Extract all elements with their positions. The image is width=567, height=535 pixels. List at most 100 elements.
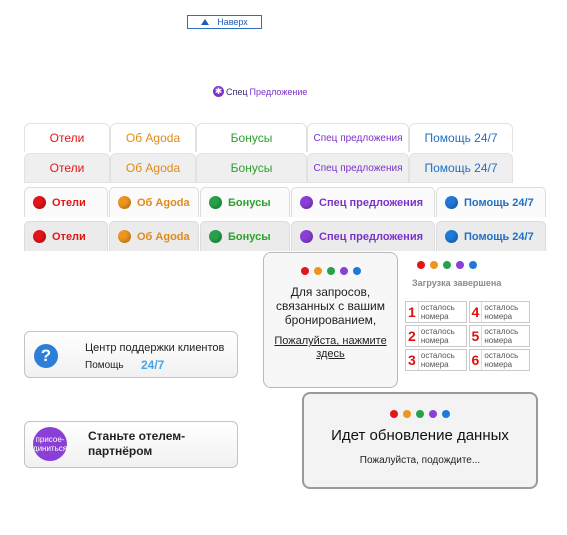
blue-dot-icon	[352, 267, 361, 275]
tab-help[interactable]: Помощь 24/7	[436, 187, 546, 217]
tab-bar-dots-inactive: Отели Об Agoda Бонусы Спец предложения П…	[24, 221, 547, 251]
arrow-up-icon	[201, 19, 210, 25]
tab-about[interactable]: Об Agoda	[109, 187, 199, 217]
tab-help-label: Помощь 24/7	[464, 230, 534, 243]
red-dot-icon	[417, 261, 425, 269]
orange-dot-icon	[430, 261, 438, 269]
tab-bonuses[interactable]: Бонусы	[196, 153, 307, 182]
red-dot-icon	[33, 230, 46, 243]
rooms-left-label: осталось номера	[484, 327, 519, 345]
support-help-label: Помощь	[85, 360, 124, 371]
purple-dot-icon	[300, 196, 313, 209]
join-icon: присое-диниться	[33, 427, 67, 461]
updating-data-dialog: Идет обновление данных Пожалуйста, подож…	[302, 392, 538, 489]
rooms-left-number: 1	[406, 302, 419, 322]
tab-special[interactable]: Спец предложения	[291, 221, 435, 251]
tab-hotels-label: Отели	[52, 196, 86, 209]
tab-about[interactable]: Об Agoda	[110, 123, 196, 152]
customer-support-button[interactable]: ? Центр поддержки клиентов Помощь 24/7	[24, 331, 238, 378]
tab-bonuses-label: Бонусы	[228, 230, 271, 243]
become-partner-button[interactable]: присое-диниться Станьте отелем-партнёром	[24, 421, 238, 468]
green-dot-icon	[416, 410, 424, 418]
rooms-left-number: 4	[470, 302, 483, 322]
tab-hotels[interactable]: Отели	[24, 153, 110, 182]
red-dot-icon	[33, 196, 46, 209]
tab-bonuses[interactable]: Бонусы	[196, 123, 307, 152]
loading-dots	[417, 261, 477, 269]
rooms-left-label: осталось номера	[420, 303, 455, 321]
rooms-left-label: осталось номера	[484, 303, 519, 321]
loading-complete-text: Загрузка завершена	[412, 278, 502, 288]
tab-hotels[interactable]: Отели	[24, 221, 108, 251]
loader-dots	[264, 267, 397, 275]
star-icon: ✱	[213, 86, 224, 97]
updating-subtitle: Пожалуйста, подождите...	[359, 455, 481, 466]
tab-about-label: Об Agoda	[137, 196, 190, 209]
rooms-left-label: осталось номера	[420, 327, 455, 345]
green-dot-icon	[326, 267, 335, 275]
tab-help-label: Помощь 24/7	[464, 196, 534, 209]
tab-special[interactable]: Спец предложения	[291, 187, 435, 217]
rooms-left-label: осталось номера	[420, 351, 455, 369]
tab-bar-plain-inactive: Отели Об Agoda Бонусы Спец предложения П…	[24, 153, 513, 183]
special-offer-logo: ✱ Спец Предложение	[213, 86, 307, 97]
tab-about-label: Об Agoda	[137, 230, 190, 243]
become-partner-text: Станьте отелем-партнёром	[88, 429, 186, 458]
tab-about[interactable]: Об Agoda	[110, 153, 196, 182]
orange-dot-icon	[118, 196, 131, 209]
tab-help[interactable]: Помощь 24/7	[436, 221, 546, 251]
rooms-left-grid: 1 осталось номера 4 осталось номера 2 ос…	[405, 301, 530, 371]
tab-bar-dots-active: Отели Об Agoda Бонусы Спец предложения П…	[24, 187, 547, 217]
blue-dot-icon	[445, 230, 458, 243]
back-to-top-button[interactable]: Наверх	[187, 15, 262, 29]
tab-about[interactable]: Об Agoda	[109, 221, 199, 251]
rooms-left-badge: 6 осталось номера	[468, 349, 530, 371]
rooms-left-number: 3	[406, 350, 419, 370]
rooms-left-badge: 1 осталось номера	[405, 301, 467, 323]
rooms-left-number: 2	[406, 326, 419, 346]
orange-dot-icon	[403, 410, 411, 418]
blue-dot-icon	[442, 410, 450, 418]
tab-bar-plain-active: Отели Об Agoda Бонусы Спец предложения П…	[24, 123, 513, 152]
tab-help[interactable]: Помощь 24/7	[409, 123, 513, 152]
green-dot-icon	[443, 261, 451, 269]
tab-help[interactable]: Помощь 24/7	[409, 153, 513, 182]
blue-dot-icon	[445, 196, 458, 209]
tab-bonuses[interactable]: Бонусы	[200, 221, 290, 251]
tab-bonuses-label: Бонусы	[228, 196, 271, 209]
tab-special-label: Спец предложения	[319, 230, 424, 243]
red-dot-icon	[390, 410, 398, 418]
support-title: Центр поддержки клиентов	[85, 342, 225, 354]
tab-hotels[interactable]: Отели	[24, 187, 108, 217]
booking-request-link[interactable]: Пожалуйста, нажмите здесь	[264, 335, 397, 361]
question-icon: ?	[34, 344, 58, 368]
updating-title: Идет обновление данных	[331, 427, 509, 444]
support-hours: 24/7	[141, 358, 165, 372]
rooms-left-number: 5	[470, 326, 483, 346]
rooms-left-number: 6	[470, 350, 483, 370]
purple-dot-icon	[300, 230, 313, 243]
loader-dots	[304, 410, 536, 418]
orange-dot-icon	[313, 267, 322, 275]
tab-special[interactable]: Спец предложения	[307, 153, 409, 182]
tab-hotels[interactable]: Отели	[24, 123, 110, 152]
back-to-top-label: Наверх	[217, 17, 248, 27]
orange-dot-icon	[118, 230, 131, 243]
green-dot-icon	[209, 230, 222, 243]
rooms-left-badge: 4 осталось номера	[468, 301, 530, 323]
rooms-left-badge: 3 осталось номера	[405, 349, 467, 371]
rooms-left-badge: 5 осталось номера	[468, 325, 530, 347]
rooms-left-label: осталось номера	[484, 351, 519, 369]
special-offer-word2: Предложение	[249, 86, 308, 97]
booking-request-box: Для запросов, связанных с вашим брониров…	[263, 252, 398, 388]
tab-special-label: Спец предложения	[319, 196, 424, 209]
red-dot-icon	[300, 267, 309, 275]
tab-special[interactable]: Спец предложения	[307, 123, 409, 152]
green-dot-icon	[209, 196, 222, 209]
rooms-left-badge: 2 осталось номера	[405, 325, 467, 347]
special-offer-word1: Спец	[226, 86, 248, 97]
purple-dot-icon	[429, 410, 437, 418]
tab-bonuses[interactable]: Бонусы	[200, 187, 290, 217]
blue-dot-icon	[469, 261, 477, 269]
tab-hotels-label: Отели	[52, 230, 86, 243]
